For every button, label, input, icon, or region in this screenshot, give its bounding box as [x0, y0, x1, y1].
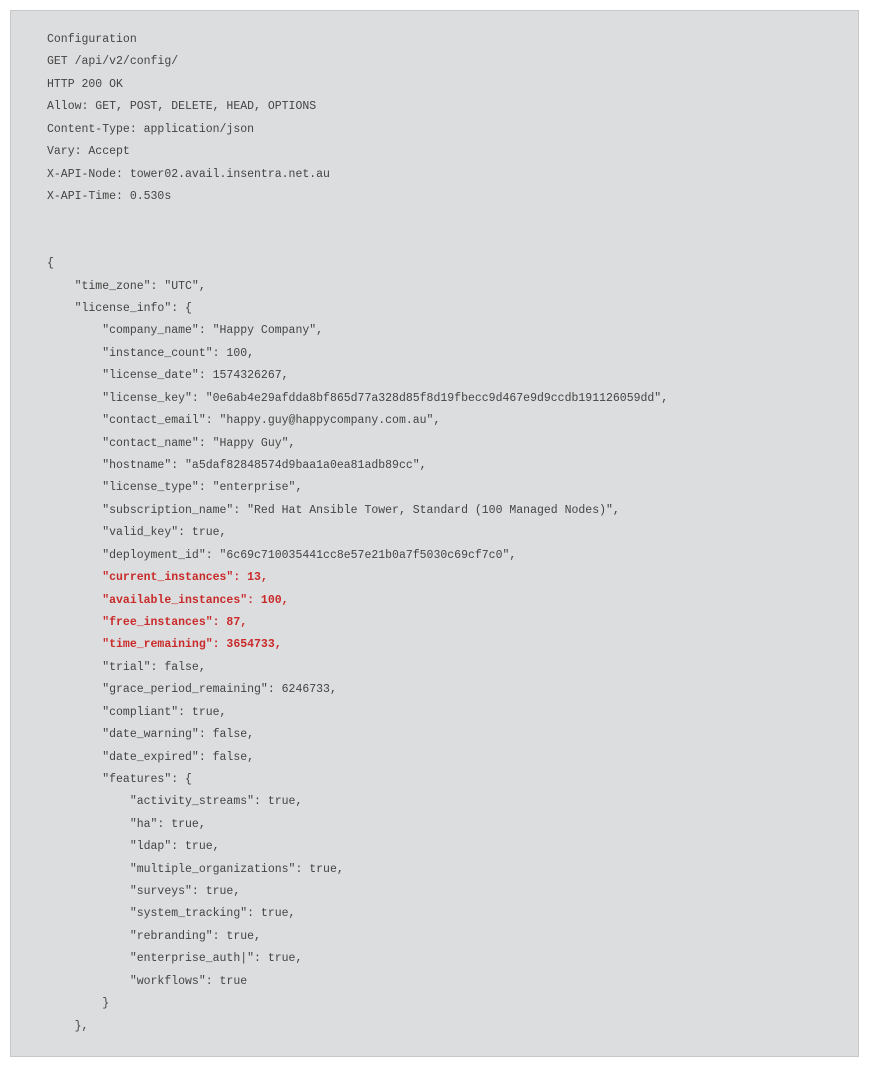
json-instance-count: "instance_count": 100, — [47, 347, 254, 360]
json-license-info-close: }, — [47, 1020, 88, 1033]
json-features-open: "features": { — [47, 773, 192, 786]
header-content-type: Content-Type: application/json — [47, 123, 254, 136]
json-company-name: "company_name": "Happy Company", — [47, 324, 323, 337]
json-date-warning: "date_warning": false, — [47, 728, 254, 741]
json-date-expired: "date_expired": false, — [47, 751, 254, 764]
header-api-node: X-API-Node: tower02.avail.insentra.net.a… — [47, 168, 330, 181]
json-compliant: "compliant": true, — [47, 706, 226, 719]
header-allow: Allow: GET, POST, DELETE, HEAD, OPTIONS — [47, 100, 316, 113]
header-title: Configuration — [47, 33, 137, 46]
json-deployment-id: "deployment_id": "6c69c710035441cc8e57e2… — [47, 549, 516, 562]
json-time-remaining: "time_remaining": 3654733, — [47, 638, 282, 651]
header-status: HTTP 200 OK — [47, 78, 123, 91]
json-license-info-open: "license_info": { — [47, 302, 192, 315]
api-response-block: Configuration GET /api/v2/config/ HTTP 2… — [10, 10, 859, 1057]
json-valid-key: "valid_key": true, — [47, 526, 226, 539]
json-enterprise-auth: "enterprise_auth|": true, — [47, 952, 302, 965]
json-workflows: "workflows": true — [47, 975, 247, 988]
json-surveys: "surveys": true, — [47, 885, 240, 898]
header-api-time: X-API-Time: 0.530s — [47, 190, 171, 203]
json-time-zone: "time_zone": "UTC", — [47, 280, 206, 293]
json-system-tracking: "system_tracking": true, — [47, 907, 295, 920]
json-open: { — [47, 257, 54, 270]
json-license-date: "license_date": 1574326267, — [47, 369, 289, 382]
json-ldap: "ldap": true, — [47, 840, 220, 853]
json-available-instances: "available_instances": 100, — [47, 594, 289, 607]
json-grace-period-remaining: "grace_period_remaining": 6246733, — [47, 683, 337, 696]
json-ha: "ha": true, — [47, 818, 206, 831]
json-multiple-organizations: "multiple_organizations": true, — [47, 863, 344, 876]
json-activity-streams: "activity_streams": true, — [47, 795, 302, 808]
json-features-close: } — [47, 997, 109, 1010]
header-request: GET /api/v2/config/ — [47, 55, 178, 68]
json-subscription-name: "subscription_name": "Red Hat Ansible To… — [47, 504, 620, 517]
json-rebranding: "rebranding": true, — [47, 930, 261, 943]
json-hostname: "hostname": "a5daf82848574d9baa1a0ea81ad… — [47, 459, 427, 472]
json-contact-name: "contact_name": "Happy Guy", — [47, 437, 295, 450]
json-free-instances: "free_instances": 87, — [47, 616, 247, 629]
json-license-type: "license_type": "enterprise", — [47, 481, 302, 494]
json-trial: "trial": false, — [47, 661, 206, 674]
json-contact-email: "contact_email": "happy.guy@happycompany… — [47, 414, 440, 427]
header-vary: Vary: Accept — [47, 145, 130, 158]
json-current-instances: "current_instances": 13, — [47, 571, 268, 584]
json-license-key: "license_key": "0e6ab4e29afdda8bf865d77a… — [47, 392, 668, 405]
